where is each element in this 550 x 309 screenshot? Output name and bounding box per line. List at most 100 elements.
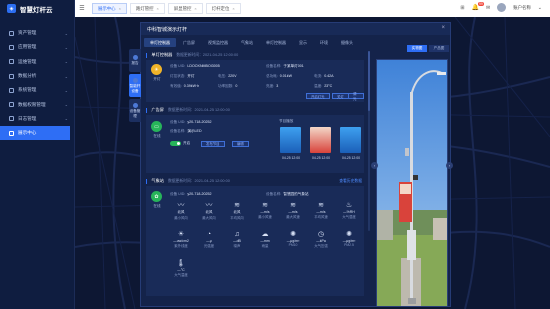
tab-lamp-control[interactable]: 路灯管控 × xyxy=(129,3,165,14)
metric-label: 光强度 xyxy=(203,244,215,248)
grid-icon[interactable]: ⊞ xyxy=(460,5,464,11)
sidebar-nav: 资产管理 ⌄ 应用管理 ⌄ 运维管理 ⌄ 数据分析 ⌄ 系统管理 ⌄ 数据权限管理 ⌄ 日志… xyxy=(0,26,74,141)
close-icon[interactable]: × xyxy=(441,25,445,31)
metric-icon: ≋ xyxy=(290,202,296,209)
program-time: 04-25 12:00 xyxy=(281,156,301,160)
sidebar-item-label: 运维管理 xyxy=(18,58,37,64)
lamp-power: 总功耗: 0.01kW xyxy=(266,74,292,78)
device-icon xyxy=(132,77,138,83)
metric-label: 最小风向 xyxy=(174,216,188,220)
weather-metric: ☀ —uw/cm2 紫外线度 xyxy=(168,231,194,248)
close-icon[interactable]: × xyxy=(232,6,234,11)
tab-lamp-controller-2[interactable]: 单灯控制器 xyxy=(260,38,292,47)
metric-label: 大气压强 xyxy=(314,244,328,248)
tab-lamp-controller[interactable]: 单灯控制器 xyxy=(144,38,176,47)
program-thumbnail[interactable] xyxy=(310,127,331,153)
sidebar-item-system[interactable]: 系统管理 ⌄ xyxy=(0,83,74,97)
chevron-down-icon[interactable]: ⌄ xyxy=(538,5,542,11)
dim-button[interactable]: 调光 xyxy=(348,92,364,101)
chevron-down-icon: ⌄ xyxy=(64,73,68,79)
tab-display-center[interactable]: 展示中心 × xyxy=(92,3,127,14)
close-icon[interactable]: × xyxy=(194,6,196,11)
update-time: 数据更新时间：2021-04-25 12:00:00 xyxy=(176,52,239,57)
screen-power-toggle[interactable] xyxy=(170,141,181,146)
report-icon xyxy=(132,55,138,60)
turn-off-button[interactable]: 关灯 xyxy=(332,93,349,99)
tab-real-photo[interactable]: 实物图 xyxy=(407,45,427,52)
bell-icon[interactable]: 🔔 99 xyxy=(472,2,485,11)
edit-button[interactable]: 编辑 xyxy=(232,140,249,147)
tab-pole-location[interactable]: 灯杆定位 × xyxy=(205,3,241,14)
chevron-right-icon[interactable]: › xyxy=(446,162,453,169)
tab-video-monitor[interactable]: 视频监控器 xyxy=(202,38,234,47)
metric-icon: 🌡 xyxy=(176,260,186,267)
sidebar-item-assets[interactable]: 资产管理 ⌄ xyxy=(0,26,74,40)
power-label: 开启 xyxy=(183,141,191,145)
user-name[interactable]: 账户名称 xyxy=(513,5,531,11)
program-thumbnail[interactable] xyxy=(340,127,361,153)
metric-label: 大气湿度 xyxy=(342,215,356,219)
publish-program-button[interactable]: 发布节目 xyxy=(201,140,225,147)
lamp-power-factor: 功率因数: 0 xyxy=(218,84,238,88)
avatar[interactable] xyxy=(497,3,507,12)
chevron-left-icon[interactable]: ‹ xyxy=(371,162,378,169)
metric-icon: ≋ xyxy=(262,202,268,209)
close-icon[interactable]: × xyxy=(119,6,121,11)
metric-icon: ♫ xyxy=(234,231,240,238)
weather-metric: ≋ —m/s 平均风速 xyxy=(308,202,334,219)
section-accent xyxy=(146,178,148,184)
sidebar-item-analytics[interactable]: 数据分析 ⌄ xyxy=(0,69,74,83)
weather-panel: ✿ 在线 设备 UID: y20-718-20252 设备名称: 智慧园的气象站 〰… xyxy=(146,186,364,296)
sidebar-item-permissions[interactable]: 数据权限管理 ⌄ xyxy=(0,97,74,111)
sidebar-item-label: 数据分析 xyxy=(18,73,37,79)
lamp-voltage: 电压: 220V xyxy=(218,74,237,78)
side-tab-devices[interactable]: 智能杆设备 xyxy=(129,74,141,97)
tab-weather-station[interactable]: 气象站 xyxy=(235,38,259,47)
sidebar-item-display-center[interactable]: 展示中心 xyxy=(0,126,70,141)
metric-label: 紫外线度 xyxy=(174,244,188,248)
tab-product-photo[interactable]: 产品图 xyxy=(429,45,449,52)
weather-metric: ♨ —%RH 大气湿度 xyxy=(336,202,362,219)
side-tab-management[interactable]: 设备管理 xyxy=(129,99,141,122)
screen-status: 在线 xyxy=(153,134,161,138)
program-thumbnail[interactable] xyxy=(280,127,301,153)
metric-icon: ☀ xyxy=(177,231,185,238)
manage-icon xyxy=(132,102,138,108)
tab-ad-screen[interactable]: 广告屏 xyxy=(177,38,201,47)
chevron-down-icon: ⌄ xyxy=(64,116,68,122)
sidebar-item-apps[interactable]: 应用管理 ⌄ xyxy=(0,40,74,54)
menu-fold-icon[interactable]: ☰ xyxy=(75,5,89,12)
update-time: 数据更新时间：2021-04-25 12:00:00 xyxy=(167,178,230,183)
weather-metric: ☁ —mm 雨量 xyxy=(252,231,278,248)
tab-environment[interactable]: 环境 xyxy=(314,38,334,47)
tab-display[interactable]: 显示 xyxy=(293,38,313,47)
sidebar-item-logs[interactable]: 日志管理 ⌄ xyxy=(0,112,74,126)
ops-icon xyxy=(9,59,14,65)
chart-icon xyxy=(9,73,14,79)
modal-title: 中科智城演示灯杆 xyxy=(141,23,450,35)
metric-icon: ◔ xyxy=(206,231,212,238)
tab-camera[interactable]: 摄像头 xyxy=(335,38,359,47)
tab-screen-control[interactable]: 屏显管控 × xyxy=(167,3,203,14)
weather-metric: ♫ —dB 噪声 xyxy=(224,231,250,248)
close-icon[interactable]: × xyxy=(157,6,159,11)
shield-icon xyxy=(9,102,14,108)
metric-label: PM10 xyxy=(288,243,298,247)
side-tab-report[interactable]: 报告 xyxy=(129,49,141,72)
screen-section-header: 广告屏 数据更新时间：2021-04-25 12:00:00 xyxy=(144,106,366,114)
lamp-temperature: 温度: 23°C xyxy=(314,84,333,88)
turn-on-button[interactable]: 开启灯光 xyxy=(306,93,330,99)
metric-icon: ☁ xyxy=(261,231,269,238)
content-scrollbar[interactable] xyxy=(368,51,370,231)
tab-label: 灯杆定位 xyxy=(211,5,230,11)
weather-section-header: 气象站 数据更新时间：2021-04-25 12:00:00 查看历史数据 xyxy=(144,177,366,185)
screen-uid: 设备 UID: y20-718-20252 xyxy=(170,120,212,124)
weather-metric: 〰北风 最小风向 xyxy=(168,202,194,220)
sidebar-item-ops[interactable]: 运维管理 ⌄ xyxy=(0,55,74,69)
metric-icon: ≋ xyxy=(318,202,324,209)
mail-icon[interactable]: ✉ xyxy=(486,5,490,11)
screen-icon: ▭ xyxy=(151,121,162,132)
tab-label: 屏显管控 xyxy=(173,5,192,11)
program-label: 节目播放 xyxy=(279,119,294,123)
history-link[interactable]: 查看历史数据 xyxy=(339,179,362,184)
